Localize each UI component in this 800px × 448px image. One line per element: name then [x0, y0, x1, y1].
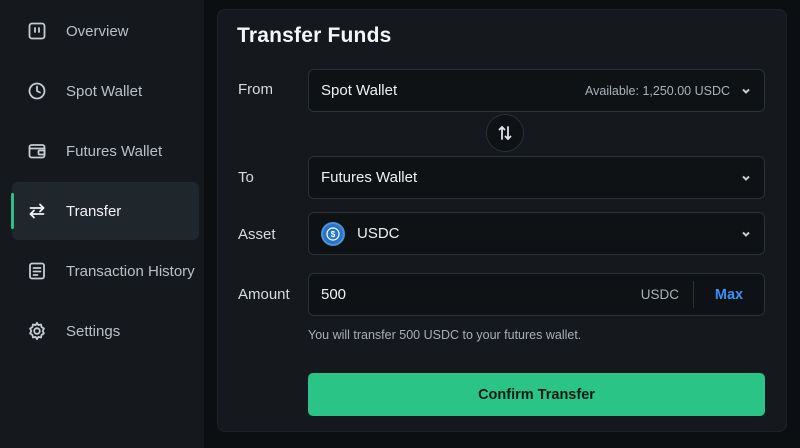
sidebar-item-label: Transaction History	[66, 262, 195, 280]
sidebar-item-label: Spot Wallet	[66, 82, 143, 100]
available-balance: Available: 1,250.00 USDC	[585, 83, 730, 98]
amount-label: Amount	[238, 286, 290, 303]
usdc-coin-icon: $	[321, 221, 345, 246]
asset-label: Asset	[238, 226, 276, 243]
wallet-icon	[26, 140, 48, 162]
swap-arrows-icon	[498, 126, 512, 140]
sidebar-item-transfer[interactable]: Transfer	[11, 182, 199, 240]
confirm-transfer-button[interactable]: Confirm Transfer	[308, 373, 765, 416]
amount-value[interactable]: 500	[321, 286, 641, 303]
sidebar-item-settings[interactable]: Settings	[12, 302, 199, 360]
asset-select[interactable]: $ USDC	[308, 212, 765, 255]
chevron-down-icon	[740, 85, 752, 97]
from-wallet-value: Spot Wallet	[321, 82, 398, 99]
max-button[interactable]: Max	[694, 287, 764, 303]
main-content: Transfer Funds From Spot Wallet Availabl…	[204, 0, 800, 448]
amount-unit: USDC	[640, 287, 679, 302]
sidebar-item-transaction-history[interactable]: Transaction History	[12, 242, 199, 300]
sidebar-item-overview[interactable]: Overview	[12, 2, 199, 60]
sidebar-item-label: Settings	[66, 322, 121, 340]
svg-text:$: $	[331, 230, 336, 239]
sidebar: Overview Spot Wallet Futures Wallet Tran…	[0, 0, 204, 448]
asset-value: USDC	[357, 225, 400, 242]
transfer-panel: Transfer Funds From Spot Wallet Availabl…	[217, 9, 787, 432]
sidebar-item-futures-wallet[interactable]: Futures Wallet	[12, 122, 199, 180]
sidebar-item-label: Transfer	[66, 202, 122, 220]
to-wallet-value: Futures Wallet	[321, 169, 418, 186]
amount-input[interactable]: 500 USDC Max	[308, 273, 765, 316]
app: Overview Spot Wallet Futures Wallet Tran…	[0, 0, 800, 448]
to-label: To	[238, 169, 254, 186]
chevron-down-icon	[740, 172, 752, 184]
gear-icon	[26, 320, 48, 342]
from-label: From	[238, 81, 273, 98]
overview-icon	[26, 20, 48, 42]
sidebar-item-label: Futures Wallet	[66, 142, 163, 160]
transfer-icon	[26, 200, 48, 222]
transfer-hint: You will transfer 500 USDC to your futur…	[308, 328, 582, 342]
from-wallet-select[interactable]: Spot Wallet Available: 1,250.00 USDC	[308, 69, 765, 112]
to-wallet-select[interactable]: Futures Wallet	[308, 156, 765, 199]
sidebar-item-label: Overview	[66, 22, 129, 40]
clock-icon	[26, 80, 48, 102]
swap-direction-button[interactable]	[486, 114, 524, 152]
page-title: Transfer Funds	[237, 24, 392, 47]
chevron-down-icon	[740, 228, 752, 240]
history-icon	[26, 260, 48, 282]
sidebar-item-spot-wallet[interactable]: Spot Wallet	[12, 62, 199, 120]
